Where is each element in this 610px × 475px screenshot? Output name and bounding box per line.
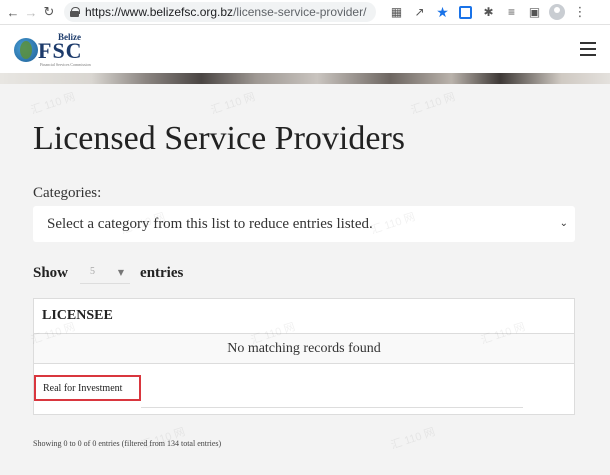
logo-tagline: Financial Services Commission xyxy=(40,62,91,67)
watermark: 汇 110 网 xyxy=(29,91,77,117)
forward-arrow-icon[interactable]: → xyxy=(22,3,40,21)
address-bar[interactable]: https://www.belizefsc.org.bz/license-ser… xyxy=(64,2,376,22)
back-arrow-icon[interactable]: ← xyxy=(4,3,22,21)
licensee-table: LICENSEE No matching records found Real … xyxy=(33,298,575,415)
column-header-licensee[interactable]: LICENSEE xyxy=(34,299,574,334)
column-filter-row: Real for Investment xyxy=(34,365,574,408)
site-header: Belize FSC Financial Services Commission xyxy=(0,25,610,73)
page-title: Licensed Service Providers xyxy=(33,120,405,157)
logo-fsc-text: FSC xyxy=(38,38,83,63)
kebab-menu-icon[interactable]: ⋮ xyxy=(571,4,588,21)
category-select[interactable]: Select a category from this list to redu… xyxy=(33,206,575,242)
entries-length-control: Show 5 ▼ entries xyxy=(33,262,183,284)
hamburger-menu-icon[interactable] xyxy=(580,42,596,56)
puzzle-icon[interactable]: ✱ xyxy=(480,4,497,21)
chevron-down-icon: ⌄ xyxy=(559,218,568,229)
translate-icon[interactable]: ▦ xyxy=(388,4,405,21)
licensee-filter-input[interactable]: Real for Investment xyxy=(34,375,141,401)
share-icon[interactable]: ↗ xyxy=(411,4,428,21)
category-select-value: Select a category from this list to redu… xyxy=(47,215,373,232)
lock-icon xyxy=(70,7,80,17)
url-path: /license-service-provider/ xyxy=(233,5,367,19)
watermark: 汇 110 网 xyxy=(139,426,187,452)
bookmark-star-icon[interactable]: ★ xyxy=(434,4,451,21)
url-host: https://www.belizefsc.org.bz xyxy=(85,5,234,19)
empty-table-message: No matching records found xyxy=(34,334,574,364)
filter-divider xyxy=(141,407,523,408)
globe-icon xyxy=(14,38,38,62)
profile-avatar-icon[interactable] xyxy=(549,4,565,20)
hero-banner xyxy=(0,73,610,84)
reading-list-icon[interactable]: ≡ xyxy=(503,4,520,21)
extension-icon[interactable] xyxy=(457,4,474,21)
belize-fsc-logo[interactable]: Belize FSC Financial Services Commission xyxy=(14,32,94,68)
show-label: Show xyxy=(33,264,69,281)
reload-icon[interactable]: ↻ xyxy=(40,3,58,21)
entries-per-page-select[interactable]: 5 ▼ xyxy=(80,262,131,284)
entries-label: entries xyxy=(140,264,184,281)
watermark: 汇 110 网 xyxy=(209,91,257,117)
watermark: 汇 110 网 xyxy=(409,91,457,117)
browser-toolbar: ← → ↻ https://www.belizefsc.org.bz/licen… xyxy=(0,0,610,25)
categories-label: Categories: xyxy=(33,185,102,201)
watermark: 汇 110 网 xyxy=(389,426,437,452)
caret-down-icon: ▼ xyxy=(117,268,125,277)
table-info: Showing 0 to 0 of 0 entries (filtered fr… xyxy=(33,439,222,448)
entries-per-page-value: 5 xyxy=(90,266,96,277)
side-panel-icon[interactable]: ▣ xyxy=(526,4,543,21)
